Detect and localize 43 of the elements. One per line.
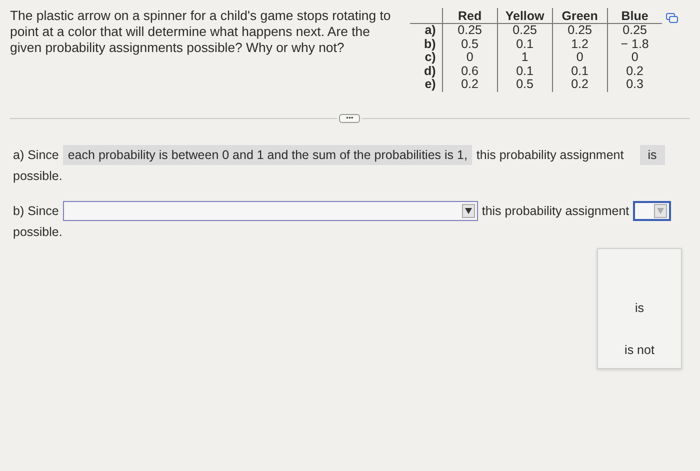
answer-text: possible. [13, 168, 64, 182]
column-header: Red [442, 8, 498, 24]
answer-lead: b) Since [13, 204, 59, 218]
copy-icon[interactable] [666, 13, 678, 23]
reason-dropdown[interactable] [62, 200, 478, 220]
table-cell: 0.6 [442, 64, 498, 78]
column-header: Blue [607, 8, 662, 24]
table-cell: 0.1 [497, 38, 552, 51]
table-cell: 1 [497, 51, 552, 64]
answer-text: this probability assignment [476, 148, 624, 162]
table-cell: 0 [552, 51, 608, 64]
question-text: The plastic arrow on a spinner for a child's game stops rotating to point at a color that will determine what happens next. Are the given probability assignments possible? Why or why not? [10, 8, 392, 57]
table-cell: 0.25 [497, 24, 552, 38]
table-cell: 0.5 [442, 38, 498, 51]
table-cell: 0.2 [552, 78, 608, 92]
row-label: e) [410, 78, 442, 92]
answer-text: possible. [13, 224, 64, 238]
table-cell: 0.1 [552, 64, 608, 78]
table-cell: − 1.8 [607, 38, 662, 51]
table-cell: 0.3 [607, 78, 662, 92]
row-label: a) [410, 24, 442, 38]
table-cell: 0 [607, 51, 662, 64]
dropdown-option[interactable]: is [628, 299, 650, 317]
table-cell: 1.2 [552, 38, 608, 51]
table-cell: 0.25 [442, 24, 498, 38]
table-cell: 0.2 [607, 64, 662, 78]
table-cell: 0.2 [442, 78, 498, 92]
column-header: Green [552, 8, 608, 24]
table-cell: 0.1 [497, 64, 552, 78]
dropdown-option[interactable]: is not [618, 341, 660, 359]
selected-answer[interactable]: each probability is between 0 and 1 and the sum of the probabilities is 1, [62, 144, 472, 164]
row-label: b) [410, 38, 442, 51]
table-cell: 0.25 [552, 24, 608, 38]
selected-answer[interactable]: is [640, 144, 665, 164]
table-cell: 0 [442, 51, 498, 64]
table-cell: 0.5 [497, 78, 552, 92]
table-cell: 0.25 [607, 24, 662, 38]
answer-lead: a) Since [13, 148, 59, 162]
answer-text: this probability assignment [482, 204, 630, 218]
row-label: d) [410, 64, 442, 78]
verdict-dropdown[interactable] [633, 200, 672, 220]
row-label: c) [410, 51, 442, 64]
column-header: Yellow [497, 8, 552, 24]
